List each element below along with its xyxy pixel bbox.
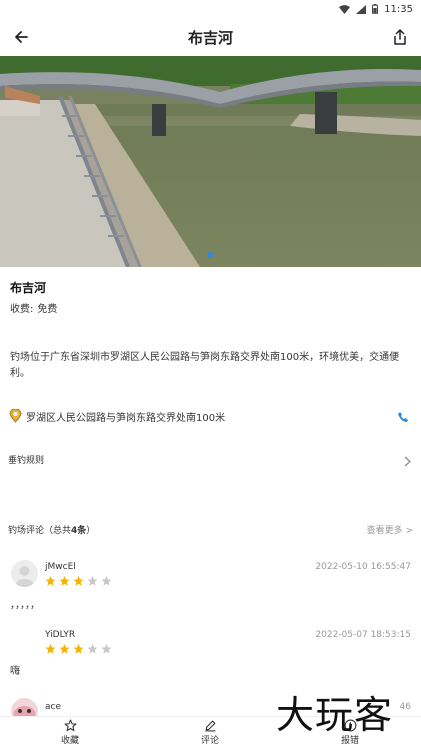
- share-icon: [394, 29, 406, 45]
- spot-name: 布吉河: [10, 281, 47, 295]
- review-rating: [44, 643, 113, 655]
- carousel-indicator[interactable]: [207, 252, 213, 258]
- status-time: 11:35: [384, 3, 413, 15]
- reviews-title: 钓场评论（总共4条）: [8, 525, 96, 536]
- back-button[interactable]: [8, 24, 34, 50]
- share-button[interactable]: [387, 24, 413, 50]
- phone-icon: [398, 412, 408, 422]
- spot-description: 钓场位于广东省深圳市罗湖区人民公园路与笋岗东路交界处南100米，环境优美，交通便…: [10, 352, 400, 379]
- review-username: YiDLYR: [45, 630, 76, 640]
- chevron-right-icon: [404, 452, 411, 471]
- review-date: 2022-05-10 16:55:47: [315, 562, 411, 572]
- reviews-count: 4条: [71, 525, 87, 536]
- comment-label: 评论: [200, 736, 219, 746]
- avatar: [11, 560, 38, 587]
- location-pin-icon: [8, 409, 22, 423]
- comment-button[interactable]: 评论: [180, 719, 240, 746]
- star-filled-icon: [73, 576, 84, 586]
- star-empty-icon: [87, 576, 98, 586]
- fishing-rules-label: 垂钓规则: [8, 455, 45, 466]
- star-empty-icon: [87, 644, 98, 654]
- review-rating: [44, 575, 113, 587]
- star-outline-icon: [64, 719, 76, 732]
- phone-call-button[interactable]: [397, 408, 411, 422]
- star-filled-icon: [59, 644, 70, 654]
- favorite-button[interactable]: 收藏: [40, 719, 100, 746]
- page-title: 布吉河: [187, 28, 233, 47]
- status-bar: 11:35: [0, 0, 421, 18]
- star-empty-icon: [101, 644, 112, 654]
- fee-label: 收费:: [10, 304, 34, 315]
- review-date: 2022-05-07 18:53:15: [315, 630, 411, 640]
- cellular-signal-icon: [356, 4, 367, 14]
- star-filled-icon: [45, 644, 56, 654]
- battery-icon: [372, 4, 379, 14]
- address-row[interactable]: 罗湖区人民公园路与笋岗东路交界处南100米: [8, 406, 413, 426]
- star-filled-icon: [59, 576, 70, 586]
- address-text: 罗湖区人民公园路与笋岗东路交界处南100米: [26, 412, 226, 424]
- review-text: 嗨: [10, 666, 20, 677]
- star-empty-icon: [101, 576, 112, 586]
- review-username: jMwcEl: [45, 562, 76, 572]
- view-more-link[interactable]: 查看更多 >: [367, 523, 413, 536]
- wifi-icon: [339, 4, 351, 14]
- fee-value: 免费: [37, 304, 58, 315]
- reviews-header: 钓场评论（总共4条） 查看更多 >: [8, 520, 413, 538]
- star-filled-icon: [73, 644, 84, 654]
- review-text: ，，，，，: [10, 600, 40, 611]
- spot-photo-carousel[interactable]: [0, 56, 421, 267]
- pencil-icon: [205, 720, 215, 732]
- watermark-logo: 大玩客: [276, 693, 394, 737]
- favorite-label: 收藏: [60, 736, 79, 746]
- star-filled-icon: [45, 576, 56, 586]
- review-date: 46: [399, 702, 411, 712]
- avatar: [11, 628, 38, 655]
- review-username: ace: [45, 702, 62, 712]
- app-bar: 布吉河: [0, 18, 421, 56]
- fee-line: 收费: 免费: [10, 300, 57, 315]
- river-photo: [0, 56, 421, 267]
- fishing-rules-row[interactable]: 垂钓规则: [8, 449, 413, 469]
- arrow-left-icon: [15, 31, 28, 43]
